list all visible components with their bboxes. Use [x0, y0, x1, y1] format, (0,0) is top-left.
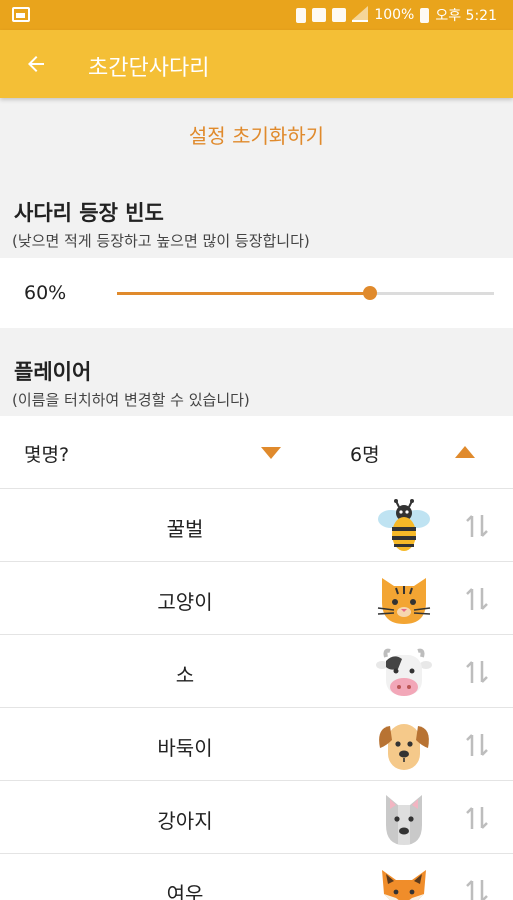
player-row: 고양이 — [0, 562, 513, 635]
data-icon — [332, 8, 347, 22]
players-panel: 몇명? 6명 꿀벌 고양이 소 바둑이 강아지 여우 — [0, 416, 513, 900]
gallery-notification-icon — [12, 7, 30, 22]
signal-icon — [352, 6, 369, 22]
player-name[interactable]: 강아지 — [100, 805, 270, 834]
battery-icon — [420, 7, 430, 23]
frequency-slider[interactable] — [117, 286, 494, 300]
slider-thumb[interactable] — [362, 286, 377, 300]
wifi-icon — [312, 8, 327, 22]
player-count-label: 몇명? — [24, 444, 70, 466]
reorder-icon[interactable] — [464, 657, 490, 687]
players-title: 플레이어 — [14, 360, 92, 384]
player-name[interactable]: 고양이 — [100, 586, 270, 615]
reorder-icon[interactable] — [464, 511, 490, 541]
player-name[interactable]: 소 — [100, 659, 270, 688]
cow-icon — [376, 648, 432, 696]
player-row: 여우 — [0, 854, 513, 900]
status-bar: 100% 오후 5:21 — [0, 0, 513, 30]
player-name[interactable]: 여우 — [100, 878, 270, 900]
battery-percent: 100% — [374, 7, 415, 23]
app-bar: 초간단사다리 — [0, 30, 513, 98]
decrease-count-button[interactable] — [261, 447, 281, 459]
back-arrow-icon[interactable] — [24, 52, 48, 76]
dog-brown-icon — [379, 724, 429, 770]
player-row: 강아지 — [0, 781, 513, 854]
frequency-title: 사다리 등장 빈도 — [14, 201, 164, 225]
reorder-icon[interactable] — [464, 876, 490, 900]
player-row: 소 — [0, 635, 513, 708]
player-name[interactable]: 꿀벌 — [100, 513, 270, 542]
frequency-subtitle: (낮으면 적게 등장하고 높으면 많이 등장합니다) — [12, 232, 310, 250]
player-row: 바둑이 — [0, 708, 513, 781]
vibrate-icon — [296, 7, 307, 23]
frequency-value: 60% — [24, 282, 67, 304]
frequency-slider-card: 60% — [0, 258, 513, 328]
reorder-icon[interactable] — [464, 730, 490, 760]
reorder-icon[interactable] — [464, 803, 490, 833]
players-subtitle: (이름을 터치하여 변경할 수 있습니다) — [12, 391, 250, 409]
status-icons: 100% 오후 5:21 — [296, 5, 497, 25]
player-row: 꿀벌 — [0, 489, 513, 562]
player-name[interactable]: 바둑이 — [100, 732, 270, 761]
dog-gray-icon — [386, 795, 422, 845]
player-count-value: 6명 — [350, 444, 380, 466]
cat-icon — [377, 578, 431, 624]
reorder-icon[interactable] — [464, 584, 490, 614]
slider-fill — [117, 292, 370, 295]
increase-count-button[interactable] — [455, 446, 475, 458]
player-count-row: 몇명? 6명 — [0, 416, 513, 489]
clock: 오후 5:21 — [435, 8, 497, 24]
fox-icon — [382, 870, 426, 900]
reset-settings-button[interactable]: 설정 초기화하기 — [0, 120, 513, 149]
bee-icon — [378, 499, 430, 551]
app-title: 초간단사다리 — [88, 56, 210, 81]
